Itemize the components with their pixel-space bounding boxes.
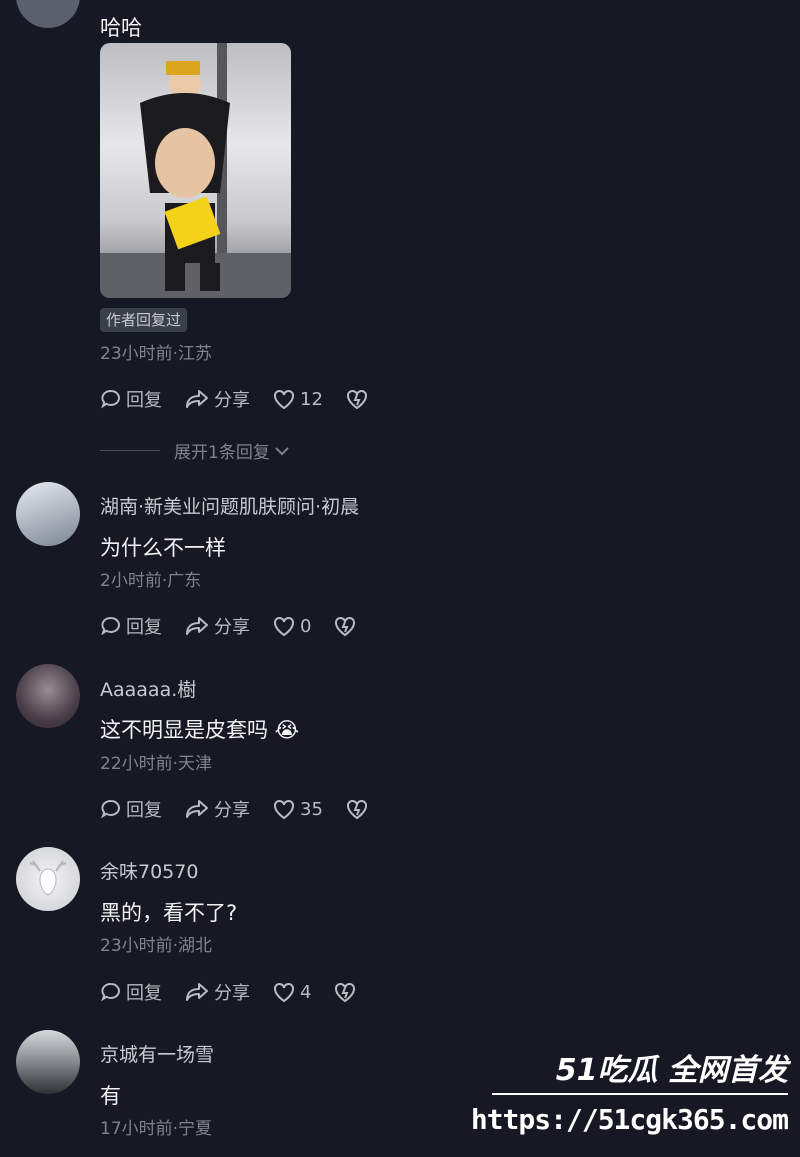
comment-meta: 23小时前·江苏 [100, 344, 213, 364]
avatar[interactable] [16, 664, 80, 728]
comment-username[interactable]: 余味70570 [100, 857, 198, 884]
share-label: 分享 [214, 390, 250, 411]
reply-button[interactable]: 回复 [100, 796, 162, 822]
reply-label: 回复 [126, 617, 162, 638]
comment-text: 有 [100, 1084, 121, 1108]
reply-label: 回复 [126, 800, 162, 821]
avatar[interactable] [16, 482, 80, 546]
share-label: 分享 [214, 800, 250, 821]
expand-replies-button[interactable]: 展开1条回复 [100, 438, 291, 463]
comment-meta: 2小时前·广东 [100, 571, 202, 591]
reply-button[interactable]: 回复 [100, 386, 162, 412]
deer-head-icon [29, 860, 67, 896]
watermark-title: 51吃瓜 全网首发 [555, 1053, 788, 1088]
cosplay-photo [100, 43, 291, 298]
dislike-icon [346, 799, 367, 820]
comment-actions: 回复 分享 35 [100, 795, 395, 823]
share-icon [186, 800, 208, 818]
like-count: 0 [300, 615, 312, 637]
share-icon [186, 983, 208, 1001]
like-count: 4 [300, 981, 312, 1003]
dislike-button[interactable] [333, 615, 361, 637]
reply-icon [101, 617, 120, 636]
watermark: 51吃瓜 全网首发 https://51cgk365.com [471, 1045, 792, 1150]
comment-actions: 回复 分享 4 [100, 978, 383, 1006]
comment-meta: 23小时前·湖北 [100, 936, 213, 956]
reply-icon [101, 800, 120, 819]
expand-label: 展开1条回复 [174, 443, 270, 463]
dislike-button[interactable] [345, 798, 373, 820]
like-button[interactable]: 0 [272, 615, 311, 637]
reply-button[interactable]: 回复 [100, 613, 162, 639]
like-button[interactable]: 12 [272, 388, 323, 410]
reply-label: 回复 [126, 983, 162, 1004]
avatar[interactable] [16, 1030, 80, 1094]
comment-text: 为什么不一样 [100, 536, 226, 560]
comment-text: 哈哈 [100, 16, 142, 40]
share-button[interactable]: 分享 [184, 386, 250, 412]
share-button[interactable]: 分享 [184, 979, 250, 1005]
share-button[interactable]: 分享 [184, 613, 250, 639]
author-replied-badge: 作者回复过 [100, 308, 188, 332]
heart-icon [274, 799, 294, 820]
reply-label: 回复 [126, 390, 162, 411]
heart-icon [274, 389, 294, 410]
like-button[interactable]: 4 [272, 981, 311, 1003]
share-button[interactable]: 分享 [184, 796, 250, 822]
chevron-down-icon [275, 446, 289, 455]
comment-actions: 回复 分享 0 [100, 612, 383, 640]
comment-meta: 22小时前·天津 [100, 754, 213, 774]
comment-actions: 回复 分享 12 [100, 385, 395, 413]
comment-meta: 17小时前·宁夏 [100, 1119, 213, 1139]
comment-username[interactable]: 京城有一场雪 [100, 1040, 214, 1067]
comment-text: 黑的，看不了? [100, 901, 238, 925]
share-icon [186, 617, 208, 635]
watermark-url: https://51cgk365.com [470, 1103, 789, 1136]
like-count: 12 [300, 388, 323, 410]
reply-button[interactable]: 回复 [100, 979, 162, 1005]
comment-username[interactable]: 湖南·新美业问题肌肤顾问·初晨 [100, 492, 359, 519]
comment-image[interactable] [100, 43, 291, 298]
dislike-icon [335, 616, 356, 637]
share-icon [186, 390, 208, 408]
divider [100, 450, 160, 451]
heart-icon [274, 982, 294, 1003]
avatar[interactable] [16, 0, 80, 28]
dislike-button[interactable] [345, 388, 373, 410]
comment-text: 这不明显是皮套吗 😭 [100, 718, 300, 742]
avatar[interactable] [16, 847, 80, 911]
dislike-button[interactable] [333, 981, 361, 1003]
dislike-icon [346, 389, 367, 410]
reply-icon [101, 390, 120, 409]
comment-username[interactable]: Aaaaaa.樹 [100, 675, 196, 702]
reply-icon [101, 983, 120, 1002]
share-label: 分享 [214, 617, 250, 638]
share-label: 分享 [214, 983, 250, 1004]
like-button[interactable]: 35 [272, 798, 323, 820]
watermark-divider [492, 1093, 788, 1095]
heart-icon [274, 616, 294, 637]
dislike-icon [335, 982, 356, 1003]
like-count: 35 [300, 798, 323, 820]
